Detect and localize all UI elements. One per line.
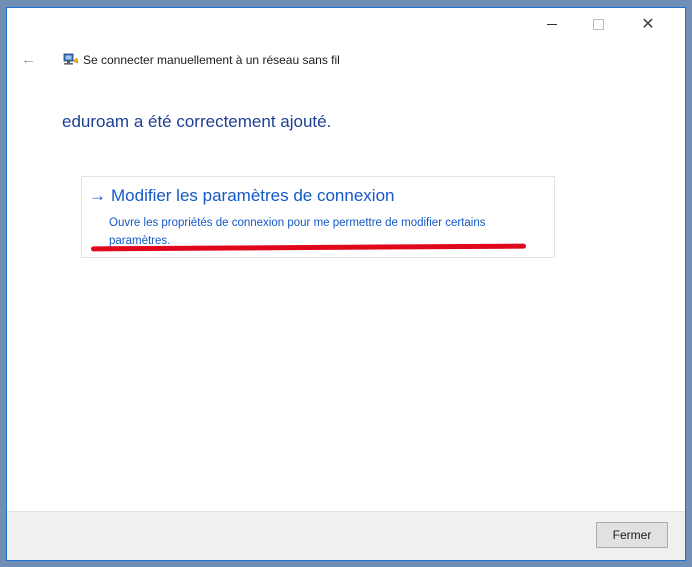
network-icon	[63, 53, 79, 65]
maximize-button[interactable]	[575, 8, 621, 40]
maximize-icon	[592, 18, 604, 30]
dialog-window: ✕ ← Se connecter manuellement à un résea…	[6, 7, 686, 561]
link-heading: → Modifier les paramètres de connexion	[89, 186, 394, 206]
back-button[interactable]: ←	[21, 52, 37, 68]
link-heading-text: Modifier les paramètres de connexion	[111, 186, 395, 205]
close-window-button[interactable]: ✕	[625, 8, 671, 40]
footer-bar: Fermer	[7, 511, 685, 560]
minimize-icon	[547, 23, 557, 25]
minimize-button[interactable]	[529, 8, 575, 40]
close-button[interactable]: Fermer	[596, 522, 668, 548]
close-icon: ✕	[641, 16, 655, 33]
back-arrow-icon: ←	[21, 51, 36, 68]
wizard-title: Se connecter manuellement à un réseau sa…	[83, 53, 340, 67]
title-bar: ✕	[7, 8, 685, 42]
arrow-right-icon: →	[89, 186, 106, 205]
success-message: eduroam a été correctement ajouté.	[62, 112, 332, 131]
